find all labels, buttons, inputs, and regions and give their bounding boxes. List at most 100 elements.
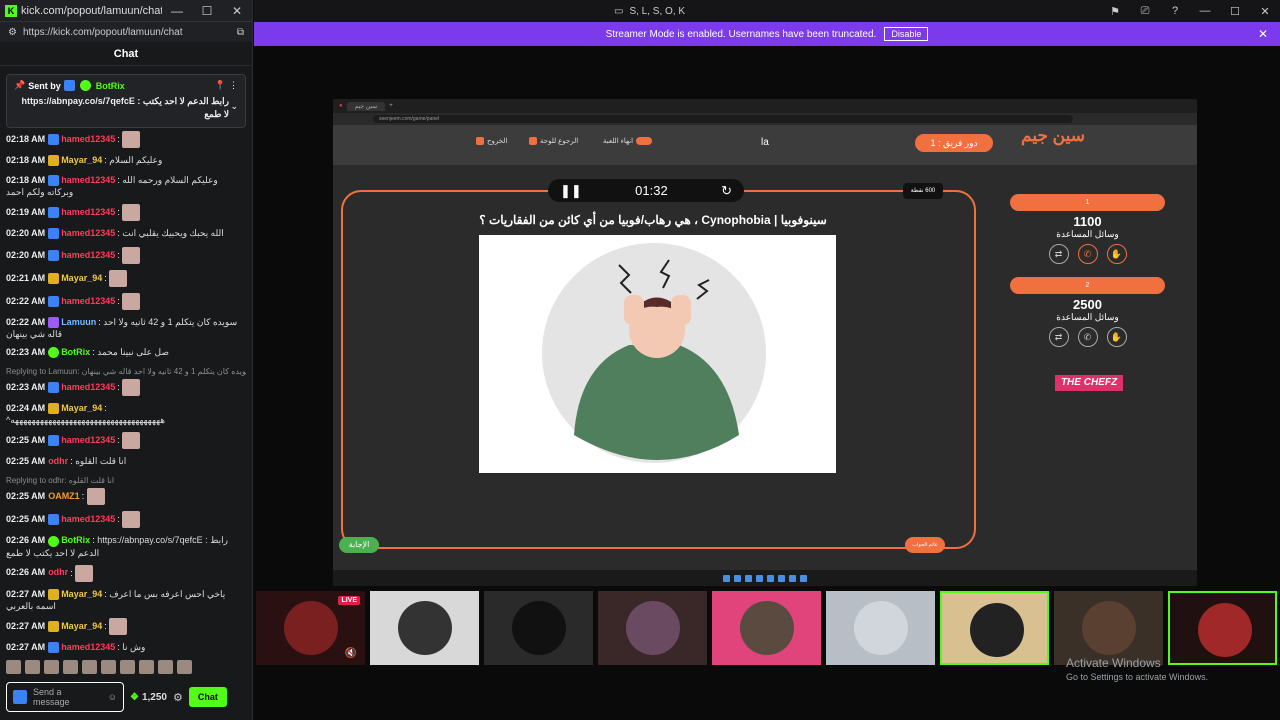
- site-info-icon[interactable]: ⚙: [8, 27, 17, 38]
- emote-icon[interactable]: [177, 660, 192, 674]
- chat-message[interactable]: 02:27 AM Mayar_94:: [6, 617, 246, 635]
- message-username[interactable]: Mayar_94: [61, 155, 102, 165]
- participant-tile[interactable]: [712, 591, 821, 665]
- close-button[interactable]: ✕: [1250, 5, 1280, 18]
- message-username[interactable]: OAMZ1: [48, 491, 80, 501]
- chat-message[interactable]: 02:27 AM hamed12345: وش نا: [6, 641, 246, 655]
- message-username[interactable]: Mayar_94: [61, 403, 102, 413]
- message-separator: :: [117, 514, 120, 525]
- participant-tile[interactable]: [484, 591, 593, 665]
- emote-icon[interactable]: [101, 660, 116, 674]
- message-username[interactable]: Lamuun: [61, 317, 96, 327]
- chat-input[interactable]: Send a message ☺: [6, 682, 124, 712]
- emote-icon[interactable]: [44, 660, 59, 674]
- chat-message[interactable]: 02:25 AM odhr: انا قلت القلوه: [6, 455, 246, 469]
- emoji-icon[interactable]: ☺: [108, 692, 117, 702]
- message-username[interactable]: hamed12345: [61, 296, 115, 306]
- chat-message[interactable]: 02:19 AM hamed12345:: [6, 204, 246, 222]
- chat-message[interactable]: 02:25 AM hamed12345:: [6, 432, 246, 450]
- chat-message[interactable]: 02:21 AM Mayar_94:: [6, 270, 246, 288]
- message-username[interactable]: Mayar_94: [61, 589, 102, 599]
- message-username[interactable]: Mayar_94: [61, 621, 102, 631]
- chat-message[interactable]: 02:24 AM Mayar_94: ^ههههههههههههههههههههه…: [6, 402, 246, 426]
- unpin-icon[interactable]: 📍: [215, 80, 226, 91]
- message-username[interactable]: hamed12345: [61, 514, 115, 524]
- minimize-button[interactable]: —: [162, 4, 192, 18]
- disable-streamer-mode-button[interactable]: Disable: [884, 27, 929, 41]
- message-username[interactable]: hamed12345: [61, 134, 115, 144]
- chat-message[interactable]: 02:20 AM hamed12345:: [6, 247, 246, 265]
- participant-tile[interactable]: [598, 591, 707, 665]
- reset-timer-icon: ↻: [721, 182, 732, 198]
- reply-context[interactable]: Replying to odhr: انا قلت القلوه: [6, 475, 246, 487]
- message-username[interactable]: odhr: [48, 456, 68, 466]
- chat-message[interactable]: 02:18 AM hamed12345: وعليكم السلام ورحمه …: [6, 174, 246, 198]
- participant-tile[interactable]: [940, 591, 1049, 665]
- send-chat-button[interactable]: Chat: [188, 687, 227, 707]
- avatar: [854, 601, 908, 655]
- emote-icon[interactable]: [82, 660, 97, 674]
- chat-message[interactable]: 02:27 AM Mayar_94: ياخي احس اعرفه بس ما ا…: [6, 588, 246, 612]
- message-username[interactable]: hamed12345: [61, 175, 115, 185]
- chat-message[interactable]: Replying to Lamuun: سويده كان يتكلم 1 و …: [6, 366, 246, 397]
- message-username[interactable]: hamed12345: [61, 250, 115, 260]
- close-button[interactable]: ✕: [222, 4, 252, 18]
- maximize-button[interactable]: ☐: [192, 4, 222, 18]
- address-bar[interactable]: ⚙ https://kick.com/popout/lamuun/chat ⧉: [0, 21, 252, 42]
- folder-icon: ▭: [614, 5, 624, 17]
- channel-points[interactable]: ❖ 1,250: [130, 692, 167, 703]
- close-banner-icon[interactable]: ✕: [1258, 27, 1268, 41]
- message-username[interactable]: hamed12345: [61, 435, 115, 445]
- emote-icon[interactable]: [25, 660, 40, 674]
- participant-tile[interactable]: [826, 591, 935, 665]
- emote-icon[interactable]: [158, 660, 173, 674]
- participant-tile[interactable]: [370, 591, 479, 665]
- participant-tile[interactable]: [1054, 591, 1163, 665]
- pause-icon: ❚❚: [560, 182, 582, 198]
- message-username[interactable]: BotRix: [61, 347, 90, 357]
- emote-icon[interactable]: [139, 660, 154, 674]
- message-username[interactable]: hamed12345: [61, 207, 115, 217]
- participant-tile[interactable]: [1168, 591, 1277, 665]
- message-username[interactable]: odhr: [48, 567, 68, 577]
- message-username[interactable]: hamed12345: [61, 382, 115, 392]
- translate-icon[interactable]: ⧉: [237, 27, 244, 38]
- pinned-message[interactable]: 📌 Sent by BotRix 📍 ⋮ رابط الدعم لا احد ي…: [6, 74, 246, 128]
- chat-message[interactable]: 02:22 AM hamed12345:: [6, 293, 246, 311]
- message-timestamp: 02:23 AM: [6, 347, 46, 358]
- pinned-sender[interactable]: BotRix: [96, 81, 125, 91]
- expand-chevron-icon[interactable]: ⌄: [230, 101, 238, 112]
- emote-icon[interactable]: [6, 660, 21, 674]
- emote-icon: [122, 432, 141, 450]
- message-username[interactable]: Mayar_94: [61, 273, 102, 283]
- message-separator: :: [117, 207, 120, 217]
- chat-message-list[interactable]: 02:18 AM hamed12345: 02:18 AM Mayar_94: وع…: [6, 131, 246, 681]
- settings-gear-icon[interactable]: ⚙: [173, 691, 183, 704]
- message-timestamp: 02:18 AM: [6, 155, 46, 165]
- maximize-button[interactable]: ☐: [1220, 5, 1250, 18]
- chat-message[interactable]: 02:23 AM BotRix: صل على نبينا محمد: [6, 346, 246, 360]
- message-username[interactable]: BotRix: [61, 535, 90, 545]
- chat-message[interactable]: 02:18 AM Mayar_94: وعليكم السلام: [6, 154, 246, 168]
- message-timestamp: 02:26 AM: [6, 567, 46, 578]
- reply-context[interactable]: Replying to Lamuun: سويده كان يتكلم 1 و …: [6, 366, 246, 378]
- cast-icon[interactable]: ⎚: [1130, 5, 1160, 18]
- chat-message[interactable]: 02:25 AM hamed12345:: [6, 511, 246, 529]
- chat-message[interactable]: Replying to odhr: انا قلت القلوه 02:25 AM…: [6, 475, 246, 506]
- mute-icon[interactable]: 🔇: [345, 648, 357, 659]
- flag-icon[interactable]: ⚑: [1100, 5, 1130, 18]
- more-options-icon[interactable]: ⋮: [229, 80, 238, 91]
- minimize-button[interactable]: —: [1190, 5, 1220, 17]
- chat-message[interactable]: 02:26 AM odhr:: [6, 564, 246, 582]
- help-icon[interactable]: ?: [1160, 5, 1190, 17]
- chat-message[interactable]: 02:18 AM hamed12345:: [6, 131, 246, 148]
- participant-tile[interactable]: LIVE 🔇: [256, 591, 365, 665]
- chat-message[interactable]: 02:26 AM BotRix: https://abnpay.co/s/7qef…: [6, 534, 246, 558]
- message-username[interactable]: hamed12345: [61, 642, 115, 652]
- timer: ❚❚ 01:32 ↻: [548, 179, 744, 202]
- emote-icon[interactable]: [63, 660, 78, 674]
- emote-icon[interactable]: [120, 660, 135, 674]
- chat-message[interactable]: 02:22 AM Lamuun: سويده كان يتكلم 1 و 42 ث…: [6, 316, 246, 340]
- chat-message[interactable]: 02:20 AM hamed12345: الله يحبك ويحبيك يقل…: [6, 227, 246, 241]
- message-username[interactable]: hamed12345: [61, 228, 115, 238]
